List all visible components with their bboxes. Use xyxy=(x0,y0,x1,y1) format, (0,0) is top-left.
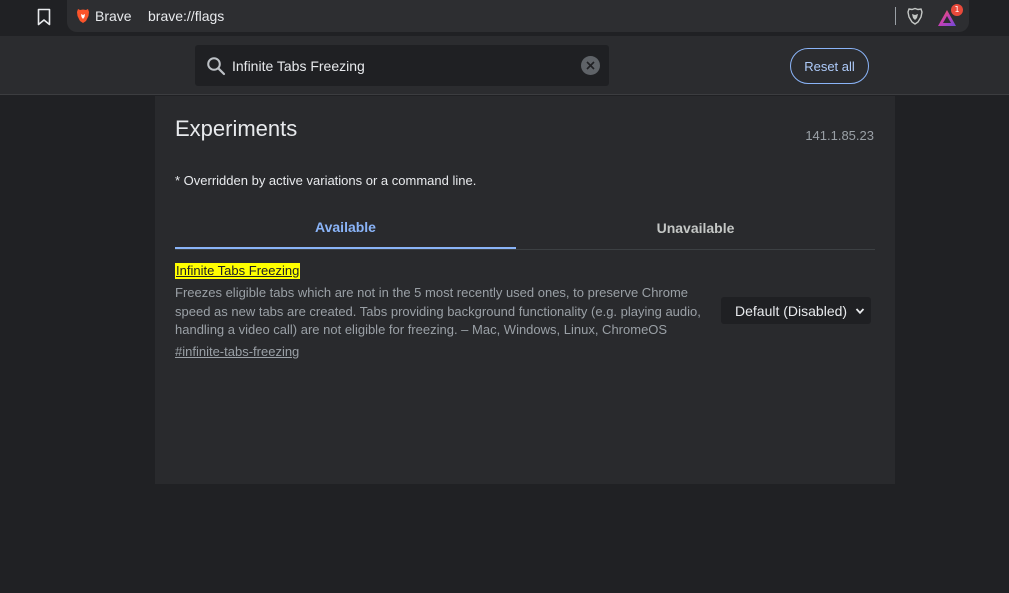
close-icon xyxy=(586,61,595,70)
flag-item: Infinite Tabs Freezing Freezes eligible … xyxy=(175,262,875,359)
search-box[interactable] xyxy=(195,45,609,86)
flag-description: Freezes eligible tabs which are not in t… xyxy=(175,285,701,337)
clear-search-button[interactable] xyxy=(581,56,600,75)
flags-header: Reset all xyxy=(0,36,1009,95)
search-input[interactable] xyxy=(232,45,572,86)
experiments-panel: Experiments 141.1.85.23 * Overridden by … xyxy=(155,96,895,484)
brave-shields-button[interactable] xyxy=(905,6,925,26)
override-note: * Overridden by active variations or a c… xyxy=(175,173,477,188)
page-title: Experiments xyxy=(175,116,298,141)
search-icon xyxy=(207,57,226,76)
flag-permalink[interactable]: #infinite-tabs-freezing xyxy=(175,344,299,359)
brave-lion-icon xyxy=(77,9,89,23)
flag-state-selected: Default (Disabled) xyxy=(735,302,848,319)
bookmark-icon xyxy=(37,8,51,26)
rewards-badge: 1 xyxy=(951,4,963,16)
brave-rewards-button[interactable]: 1 xyxy=(937,4,963,28)
address-bar[interactable]: Brave brave://flags 1 xyxy=(67,0,969,32)
version-label: 141.1.85.23 xyxy=(805,128,874,143)
brave-shields-icon xyxy=(907,7,923,25)
chevron-down-icon xyxy=(855,308,865,315)
flag-name: Infinite Tabs Freezing xyxy=(175,263,301,279)
url-text[interactable]: brave://flags xyxy=(148,8,224,24)
reset-all-button[interactable]: Reset all xyxy=(790,48,869,84)
tab-unavailable[interactable]: Unavailable xyxy=(525,206,866,249)
tab-bar: Available Unavailable xyxy=(175,206,875,250)
bookmark-button[interactable] xyxy=(32,5,56,29)
tab-available[interactable]: Available xyxy=(175,206,516,249)
flag-state-select[interactable]: Default (Disabled) xyxy=(721,297,871,324)
site-name: Brave xyxy=(95,8,132,24)
browser-toolbar: Brave brave://flags 1 xyxy=(0,0,1009,36)
url-divider xyxy=(895,7,896,25)
